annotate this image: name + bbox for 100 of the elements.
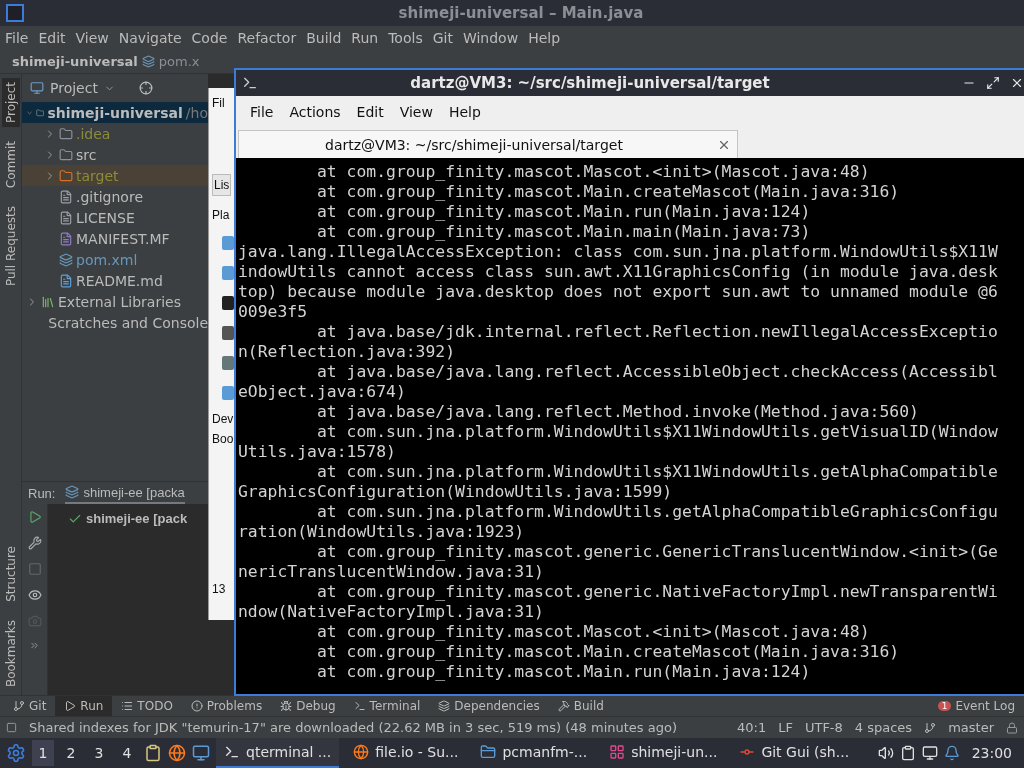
output-line: n(Reflection.java:392) [238,342,457,362]
status-item[interactable]: master [948,720,994,735]
stop-icon [27,562,42,576]
tree-item[interactable]: shimeji-universal /ho [22,102,208,123]
run-label: Run: [28,485,56,501]
workspace-button[interactable]: 1 [32,740,54,766]
workspace-button[interactable]: 2 [60,740,82,766]
tree-item[interactable]: .idea [22,123,208,144]
menu-item[interactable]: View [70,30,114,46]
menu-item[interactable]: Fil [212,96,225,110]
tool-tab[interactable]: Debug [271,695,345,717]
task-button[interactable]: Git Gui (sh... [731,738,858,768]
maximize-icon [986,76,1000,90]
place-icon[interactable] [222,356,234,370]
close-icon [1010,76,1024,90]
menu-item[interactable]: Build [301,30,347,46]
tool-window-tab[interactable]: Structure [1,542,20,606]
menu-item[interactable]: Tools [383,30,428,46]
status-item[interactable]: LF [778,720,793,735]
tree-item[interactable]: Scratches and Console [22,312,208,333]
tree-item[interactable]: LICENSE [22,207,208,228]
breadcrumb-item[interactable]: pom.x [158,54,200,69]
workspace-button[interactable]: 4 [116,740,138,766]
bug-icon [280,700,293,712]
tree-item[interactable]: README.md [22,270,208,291]
tree-item[interactable]: .gitignore [22,186,208,207]
menu-item[interactable]: Code [186,30,233,46]
place-icon[interactable] [222,326,234,340]
terminal-icon [353,700,366,712]
tree-item[interactable]: src [22,144,208,165]
globe-icon [353,744,370,760]
tool-tab[interactable]: Terminal [344,695,430,717]
chevrons-icon [29,640,40,651]
tool-window-tab[interactable]: Project [1,78,20,128]
tool-tab[interactable]: Dependencies [429,695,549,717]
tool-tab[interactable]: Run [55,695,113,717]
task-button[interactable]: qterminal ... [216,738,340,768]
output-line: ndow(NativeFactoryImpl.java:31) [238,602,545,622]
file-icon [59,273,73,288]
count-badge: 1 [937,701,952,711]
menu-item[interactable]: Git [427,30,458,46]
view-button[interactable]: Lis [212,174,232,196]
status-item[interactable]: 4 spaces [854,720,913,735]
output-line: GraphicsConfiguration(WindowUtils.java:1599) [238,482,674,502]
output-line: at com.sun.jna.platform.WindowUtils$X11WindowUtils.getAlphaCompatible [315,462,999,482]
menu-item[interactable]: Edit [348,104,392,120]
path-label: /ho [185,104,208,121]
app-logo [6,4,24,22]
clock: 23:00 [970,745,1013,761]
breadcrumb-item[interactable]: shimeji-universal [12,54,138,69]
tool-window-tab[interactable]: Pull Requests [1,202,20,291]
tree-item[interactable]: pom.xml [22,249,208,270]
menu-item[interactable]: Help [523,30,566,46]
menu-item[interactable]: Window [457,30,524,46]
output-line: at com.group_finity.mascot.Main.createMascot(Main.java:316) [315,182,901,202]
tree-item[interactable]: MANIFEST.MF [22,228,208,249]
tool-tab[interactable]: Build [548,695,613,717]
menu-item[interactable]: Help [440,104,489,120]
menu-item[interactable]: File [0,30,34,46]
lock-icon [1006,721,1018,734]
menu-item[interactable]: Refactor [232,30,302,46]
crosshair-icon [138,81,153,95]
folder-icon [59,168,73,183]
run-item[interactable]: shimeji-ee [pack [68,508,188,529]
task-button[interactable]: pcmanfm-... [472,738,596,768]
menu-item[interactable]: File [242,104,282,120]
task-button[interactable]: file.io - Su... [345,738,467,768]
event-log-tab[interactable]: 1 Event Log [928,695,1024,717]
menu-item[interactable]: View [391,104,441,120]
output-line: 009e3f5 [238,302,309,322]
list-icon [121,700,134,712]
output-line: eObject.java:674) [238,382,407,402]
folder-icon [480,744,497,760]
output-line: at com.group_finity.mascot.Main.run(Main.java:124) [315,662,812,682]
tool-tab[interactable]: Git [4,695,56,717]
tool-window-tab[interactable]: Bookmarks [1,615,20,691]
menu-item[interactable]: Navigate [113,30,187,46]
menu-item[interactable]: Actions [281,104,349,120]
workspace-button[interactable]: 3 [88,740,110,766]
tree-item[interactable]: External Libraries [22,291,208,312]
notification-icon [943,745,960,761]
panel-title[interactable]: Project [50,80,98,96]
terminal-tab[interactable]: dartz@VM3: ~/src/shimeji-universal/target [238,130,738,158]
output-line: at java.base/jdk.internal.reflect.Reflection.newIllegalAccessExceptio [315,322,999,342]
tool-tab[interactable]: Problems [181,695,272,717]
place-icon[interactable] [222,296,234,310]
menu-item[interactable]: Edit [33,30,71,46]
menu-item[interactable]: Run [346,30,384,46]
status-item[interactable]: UTF-8 [804,720,843,735]
tool-window-tab[interactable]: Commit [1,137,20,193]
task-button[interactable]: shimeji-un... [601,738,726,768]
output-line: at java.base/java.lang.reflect.AccessibleObject.checkAccess(Accessibl [315,362,999,382]
output-line: at com.group_finity.mascot.Main.createMascot(Main.java:316) [315,642,901,662]
layers-icon [438,700,451,712]
tool-tab[interactable]: TODO [112,695,182,717]
folder-icon [59,147,73,162]
status-item[interactable]: 40:1 [737,720,767,735]
output-line: nericTranslucentWindow.java:31) [238,562,545,582]
clipboard-icon [899,745,916,761]
output-line: at com.sun.jna.platform.WindowUtils$X11WindowUtils.getVisualID(Window [315,422,999,442]
